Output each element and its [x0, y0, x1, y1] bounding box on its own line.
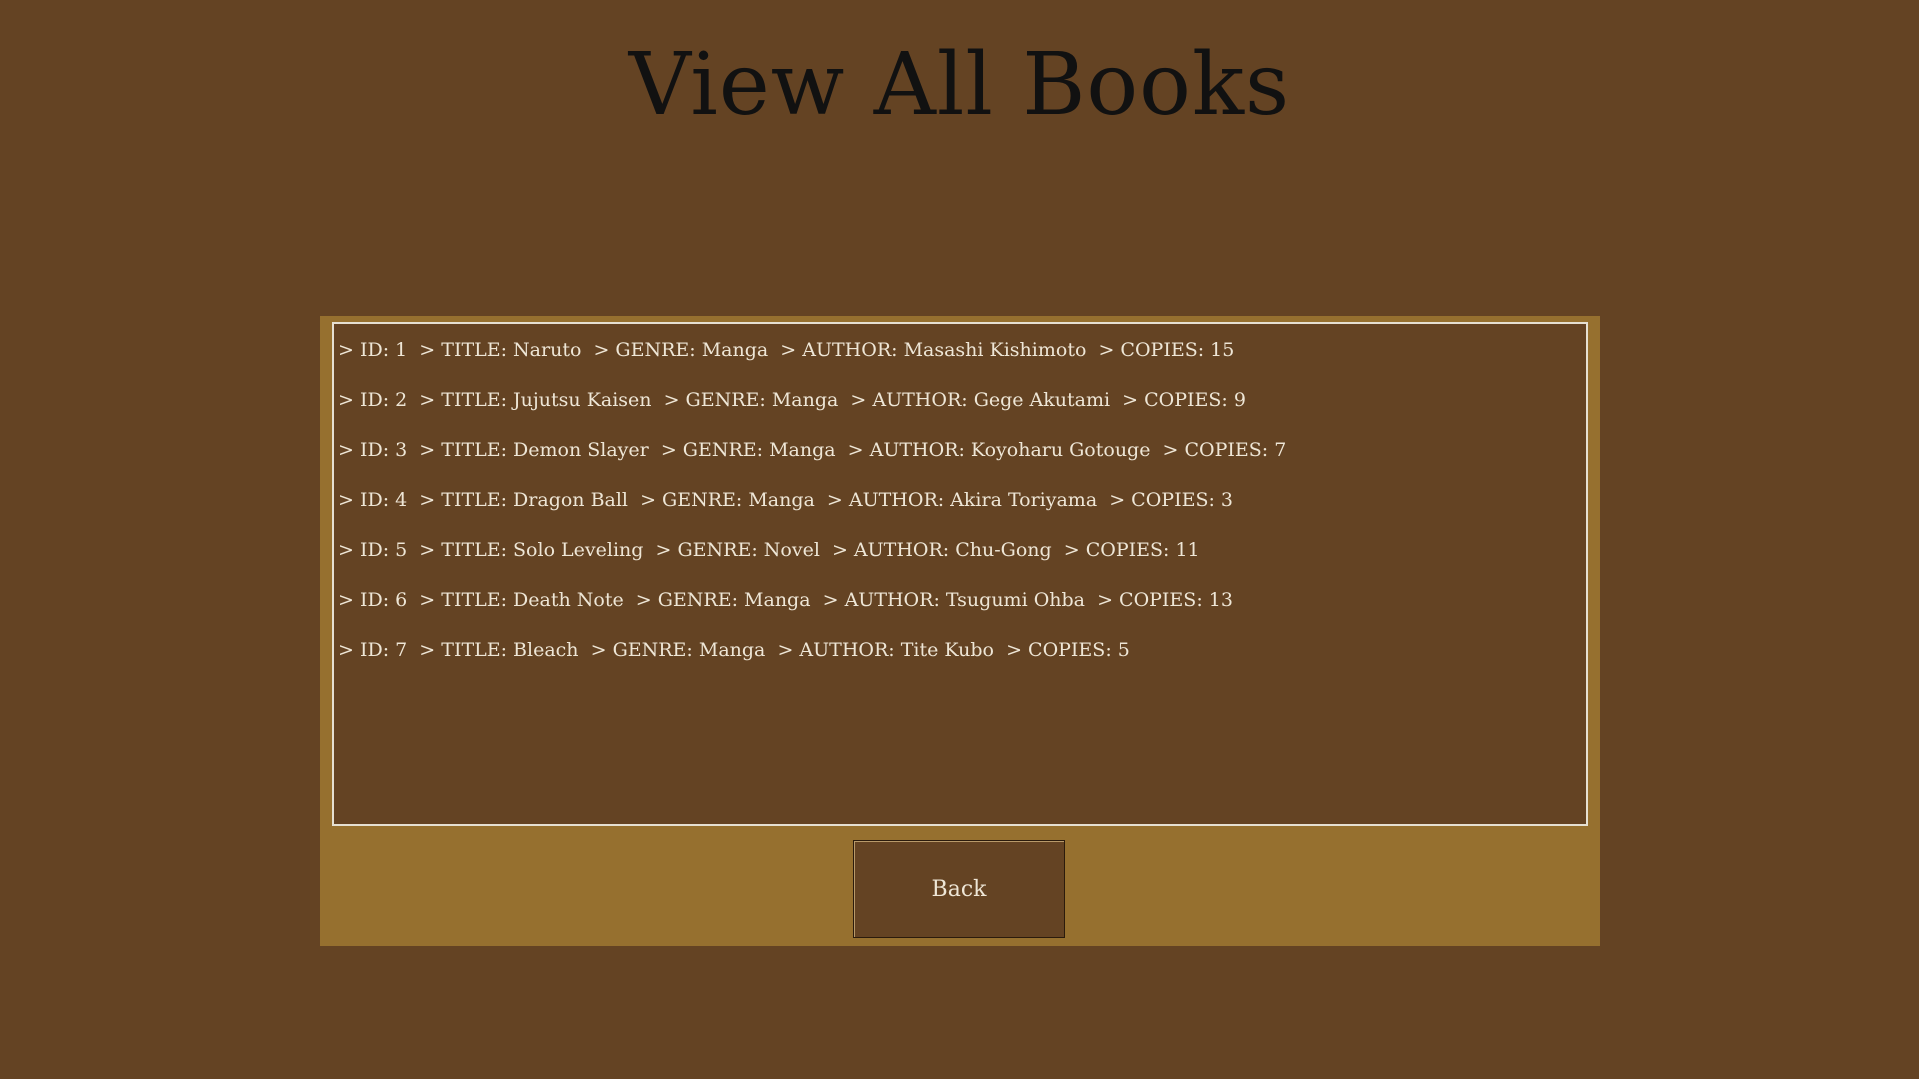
back-button[interactable]: Back [853, 840, 1065, 938]
list-item[interactable]: > ID: 2 > TITLE: Jujutsu Kaisen > GENRE:… [338, 386, 1246, 414]
books-panel: > ID: 1 > TITLE: Naruto > GENRE: Manga >… [320, 316, 1600, 946]
list-item[interactable]: > ID: 5 > TITLE: Solo Leveling > GENRE: … [338, 536, 1200, 564]
list-item[interactable]: > ID: 3 > TITLE: Demon Slayer > GENRE: M… [338, 436, 1286, 464]
list-item[interactable]: > ID: 6 > TITLE: Death Note > GENRE: Man… [338, 586, 1233, 614]
list-item[interactable]: > ID: 1 > TITLE: Naruto > GENRE: Manga >… [338, 336, 1234, 364]
list-item[interactable]: > ID: 4 > TITLE: Dragon Ball > GENRE: Ma… [338, 486, 1233, 514]
books-listbox[interactable]: > ID: 1 > TITLE: Naruto > GENRE: Manga >… [332, 322, 1588, 826]
page-title: View All Books [628, 35, 1291, 135]
list-item[interactable]: > ID: 7 > TITLE: Bleach > GENRE: Manga >… [338, 636, 1130, 664]
